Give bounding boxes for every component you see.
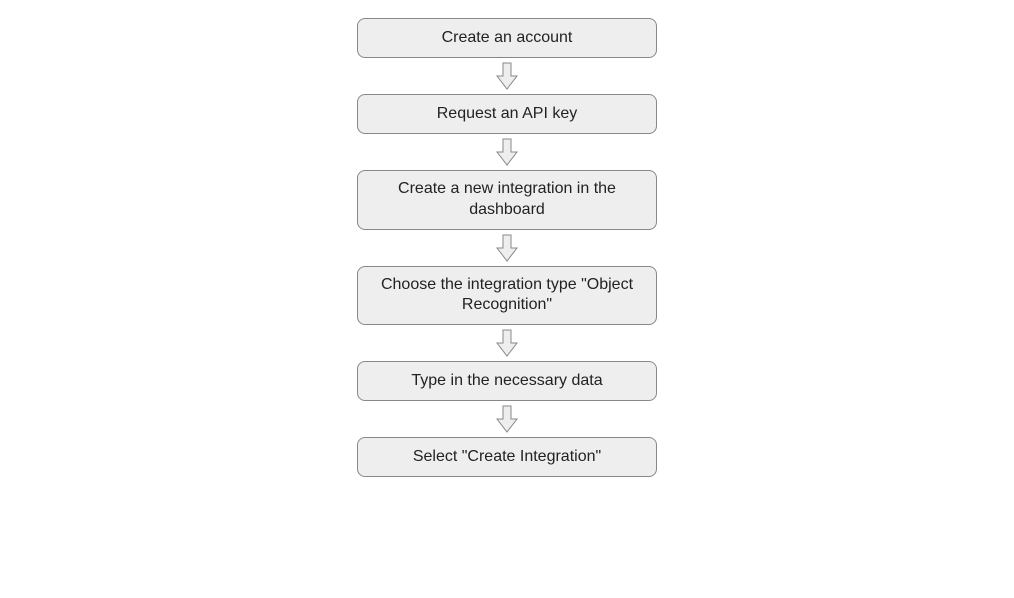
down-arrow-icon [496, 405, 518, 433]
flow-arrow [496, 230, 518, 266]
flow-step-label: Choose the integration type "Object Reco… [376, 275, 638, 317]
flow-step-label: Create a new integration in the dashboar… [376, 179, 638, 221]
flow-step-5: Type in the necessary data [357, 361, 657, 401]
flow-step-label: Select "Create Integration" [413, 447, 601, 468]
down-arrow-icon [496, 138, 518, 166]
flow-arrow [496, 58, 518, 94]
flow-arrow [496, 134, 518, 170]
flow-step-label: Request an API key [437, 104, 578, 125]
flow-arrow [496, 325, 518, 361]
down-arrow-icon [496, 234, 518, 262]
flow-step-1: Create an account [357, 18, 657, 58]
flow-step-label: Create an account [442, 28, 573, 49]
down-arrow-icon [496, 62, 518, 90]
flow-step-6: Select "Create Integration" [357, 437, 657, 477]
flow-step-4: Choose the integration type "Object Reco… [357, 266, 657, 326]
flow-step-2: Request an API key [357, 94, 657, 134]
flow-step-3: Create a new integration in the dashboar… [357, 170, 657, 230]
flowchart: Create an account Request an API key Cre… [357, 18, 657, 477]
flow-arrow [496, 401, 518, 437]
flow-step-label: Type in the necessary data [411, 371, 602, 392]
down-arrow-icon [496, 329, 518, 357]
